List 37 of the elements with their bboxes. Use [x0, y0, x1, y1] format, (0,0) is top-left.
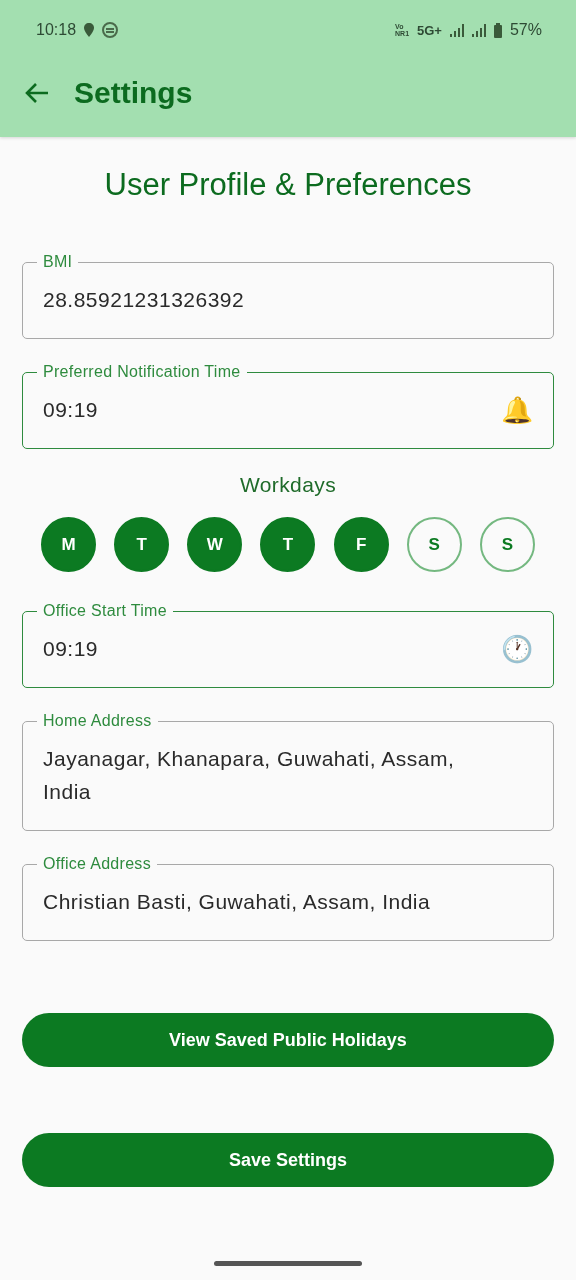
view-holidays-button[interactable]: View Saved Public Holidays: [22, 1013, 554, 1067]
app-bar-title: Settings: [74, 76, 193, 110]
field-value: 28.85921231326392: [43, 287, 246, 313]
input-field[interactable]: Home Address Jayanagar, Khanapara, Guwahati, Assam, India: [22, 712, 554, 831]
input-field[interactable]: Preferred Notification Time 09:19 🔔: [22, 363, 554, 449]
field-value: Jayanagar, Khanapara, Guwahati, Assam, India: [43, 746, 456, 805]
network-type: 5G+: [417, 22, 442, 38]
field-value: 09:19: [43, 397, 100, 423]
signal-icon: [449, 23, 464, 37]
battery-icon: [493, 22, 502, 38]
input-field[interactable]: BMI 28.85921231326392: [22, 253, 554, 339]
save-button[interactable]: Save Settings: [22, 1133, 554, 1187]
page-heading: User Profile & Preferences: [103, 167, 473, 203]
day-toggle[interactable]: S: [406, 517, 462, 572]
input-field[interactable]: Office Address Christian Basti, Guwahati, Assam, India: [22, 855, 554, 941]
back-button[interactable]: [24, 82, 50, 104]
field-label: Office Start Time: [42, 602, 168, 620]
field-label: Preferred Notification Time: [42, 363, 242, 381]
signal-icon: [471, 23, 486, 37]
section-title: Workdays: [238, 473, 338, 497]
input-field[interactable]: Office Start Time 09:19 🕐: [22, 602, 554, 688]
day-toggle[interactable]: F: [333, 517, 389, 572]
field-value: 09:19: [43, 636, 100, 662]
day-toggle[interactable]: T: [260, 517, 316, 572]
sync-icon: [102, 22, 119, 38]
day-toggle[interactable]: S: [479, 517, 535, 572]
day-toggle[interactable]: T: [114, 517, 170, 572]
field-label: BMI: [42, 253, 74, 271]
clock-icon[interactable]: 🕐: [501, 633, 533, 664]
location-pin-icon: [84, 23, 95, 37]
status-time: 10:18: [36, 21, 77, 39]
field-label: Home Address: [42, 712, 153, 730]
field-value: Christian Basti, Guwahati, Assam, India: [43, 889, 432, 915]
day-toggle[interactable]: M: [41, 517, 96, 572]
day-toggle[interactable]: W: [187, 517, 243, 572]
battery-level: 57%: [509, 21, 542, 39]
field-label: Office Address: [42, 855, 152, 873]
